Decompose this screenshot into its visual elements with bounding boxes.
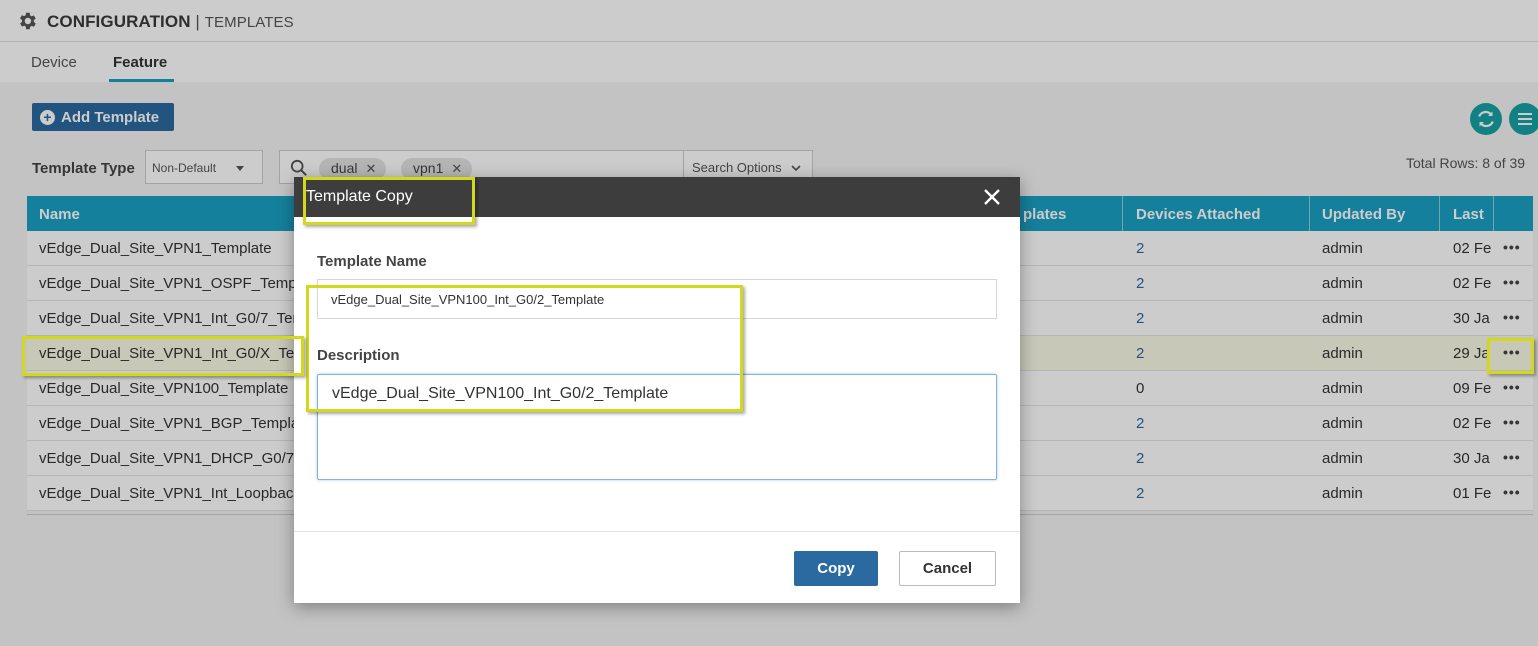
highlight-box-selected-row [22, 336, 304, 376]
cancel-button[interactable]: Cancel [899, 551, 996, 586]
highlight-box-more-actions [1487, 338, 1534, 374]
dialog-footer-divider [294, 531, 1020, 532]
highlight-box-name-fields [306, 285, 743, 412]
close-icon[interactable] [980, 185, 1004, 209]
highlight-box-dialog-title [303, 177, 475, 225]
template-name-label: Template Name [317, 253, 427, 270]
copy-button[interactable]: Copy [794, 551, 878, 586]
